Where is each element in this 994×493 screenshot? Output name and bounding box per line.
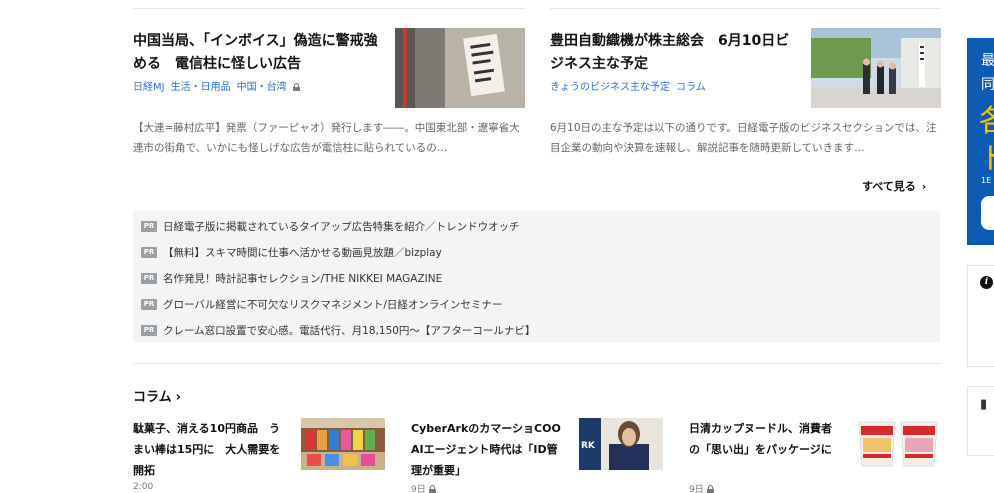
tag-link[interactable]: コラム <box>676 82 706 93</box>
pr-badge: PR <box>141 324 157 336</box>
article-description: 6月10日の主な予定は以下の通りです。日経電子版のビジネスセクションでは、注目企… <box>550 122 937 154</box>
column-item[interactable]: 日清カップヌードル、消費者の「思い出」をパッケージに 9日 <box>689 418 949 493</box>
side-info-panel: i <box>967 265 994 367</box>
divider <box>133 8 525 9</box>
pr-item-label[interactable]: グローバル経営に不可欠なリスクマネジメント/日経オンラインセミナー <box>163 297 502 312</box>
chevron-right-icon: › <box>175 390 181 405</box>
lock-icon <box>706 485 714 493</box>
pr-badge: PR <box>141 220 157 232</box>
article-title[interactable]: 中国当局、「インボイス」偽造に警戒強める 電信柱に怪しい広告 <box>133 30 383 76</box>
see-all-link[interactable]: すべて見る › <box>862 178 926 194</box>
pr-badge: PR <box>141 298 157 310</box>
side-book-panel: ▮ <box>967 386 994 456</box>
pr-item[interactable]: PR グローバル経営に不可欠なリスクマネジメント/日経オンラインセミナー <box>141 294 502 314</box>
svg-text:RK: RK <box>581 441 596 451</box>
column-item[interactable]: CyberArkのカマーショCOO AIエージェント時代は「ID管理が重要」 R… <box>411 418 671 493</box>
pr-item-label[interactable]: クレーム窓口設置で安心感。電話代行、月18,150円～【アフターコールナビ】 <box>163 323 535 338</box>
column-item[interactable]: 駄菓子、消える10円商品 うまい棒は15円に 大人需要を開拓 2:00 <box>133 418 393 493</box>
pr-item-label[interactable]: 日経電子版に掲載されているタイアップ広告特集を紹介／トレンドウオッチ <box>163 219 520 234</box>
lock-icon <box>428 485 436 493</box>
column-item-thumbnail[interactable] <box>301 418 385 470</box>
pr-badge: PR <box>141 246 157 258</box>
article-thumbnail[interactable] <box>811 28 941 108</box>
column-item-thumbnail[interactable] <box>857 418 941 470</box>
tag-link[interactable]: 生活・日用品 <box>171 82 231 93</box>
article-card[interactable]: 中国当局、「インボイス」偽造に警戒強める 電信柱に怪しい広告 日経MJ 生活・日用… <box>133 28 525 158</box>
column-item-time: 2:00 <box>133 482 154 492</box>
column-item-title[interactable]: 駄菓子、消える10円商品 うまい棒は15円に 大人需要を開拓 <box>133 418 283 481</box>
article-tags: 日経MJ 生活・日用品 中国・台湾 <box>133 78 300 93</box>
divider <box>133 363 940 364</box>
pr-item[interactable]: PR 名作発見！時計記事セレクション/THE NIKKEI MAGAZINE <box>141 268 442 288</box>
article-description: 【大連=藤村広平】発票（ファーピャオ）発行します――。中国東北部・遼寧省大連市の… <box>133 122 520 154</box>
pr-item[interactable]: PR クレーム窓口設置で安心感。電話代行、月18,150円～【アフターコールナビ】 <box>141 320 535 340</box>
divider <box>550 8 940 9</box>
ad-button[interactable] <box>981 196 994 230</box>
pr-list: PR 日経電子版に掲載されているタイアップ広告特集を紹介／トレンドウオッチ PR 【… <box>133 211 940 342</box>
pr-item[interactable]: PR 【無料】スキマ時間に仕事へ活かせる動画見放題／bizplay <box>141 242 442 262</box>
column-item-thumbnail[interactable]: RK <box>579 418 663 470</box>
chevron-right-icon: › <box>921 180 927 193</box>
column-section-title[interactable]: コラム › <box>133 386 181 405</box>
lock-icon <box>292 83 300 91</box>
tag-link[interactable]: きょうのビジネス主な予定 <box>550 82 670 93</box>
info-icon[interactable]: i <box>980 276 993 289</box>
article-tags: きょうのビジネス主な予定 コラム <box>550 78 712 93</box>
article-thumbnail[interactable] <box>395 28 525 108</box>
article-card[interactable]: 豊田自動織機が株主総会 6月10日ビジネス主な予定 きょうのビジネス主な予定 コラ… <box>550 28 941 158</box>
column-item-title[interactable]: 日清カップヌードル、消費者の「思い出」をパッケージに <box>689 418 839 460</box>
side-banner-ad[interactable]: 最 同 各 ト 1E <box>967 38 994 245</box>
pr-item-label[interactable]: 【無料】スキマ時間に仕事へ活かせる動画見放題／bizplay <box>163 245 442 260</box>
article-title[interactable]: 豊田自動織機が株主総会 6月10日ビジネス主な予定 <box>550 30 800 76</box>
book-icon[interactable]: ▮ <box>980 397 987 412</box>
pr-item[interactable]: PR 日経電子版に掲載されているタイアップ広告特集を紹介／トレンドウオッチ <box>141 216 520 236</box>
pr-badge: PR <box>141 272 157 284</box>
tag-link[interactable]: 中国・台湾 <box>237 82 287 93</box>
tag-link[interactable]: 日経MJ <box>133 82 165 93</box>
column-item-time: 9日 <box>689 482 714 493</box>
column-item-time: 9日 <box>411 482 436 493</box>
pr-item-label[interactable]: 名作発見！時計記事セレクション/THE NIKKEI MAGAZINE <box>163 271 442 286</box>
column-item-title[interactable]: CyberArkのカマーショCOO AIエージェント時代は「ID管理が重要」 <box>411 418 561 481</box>
